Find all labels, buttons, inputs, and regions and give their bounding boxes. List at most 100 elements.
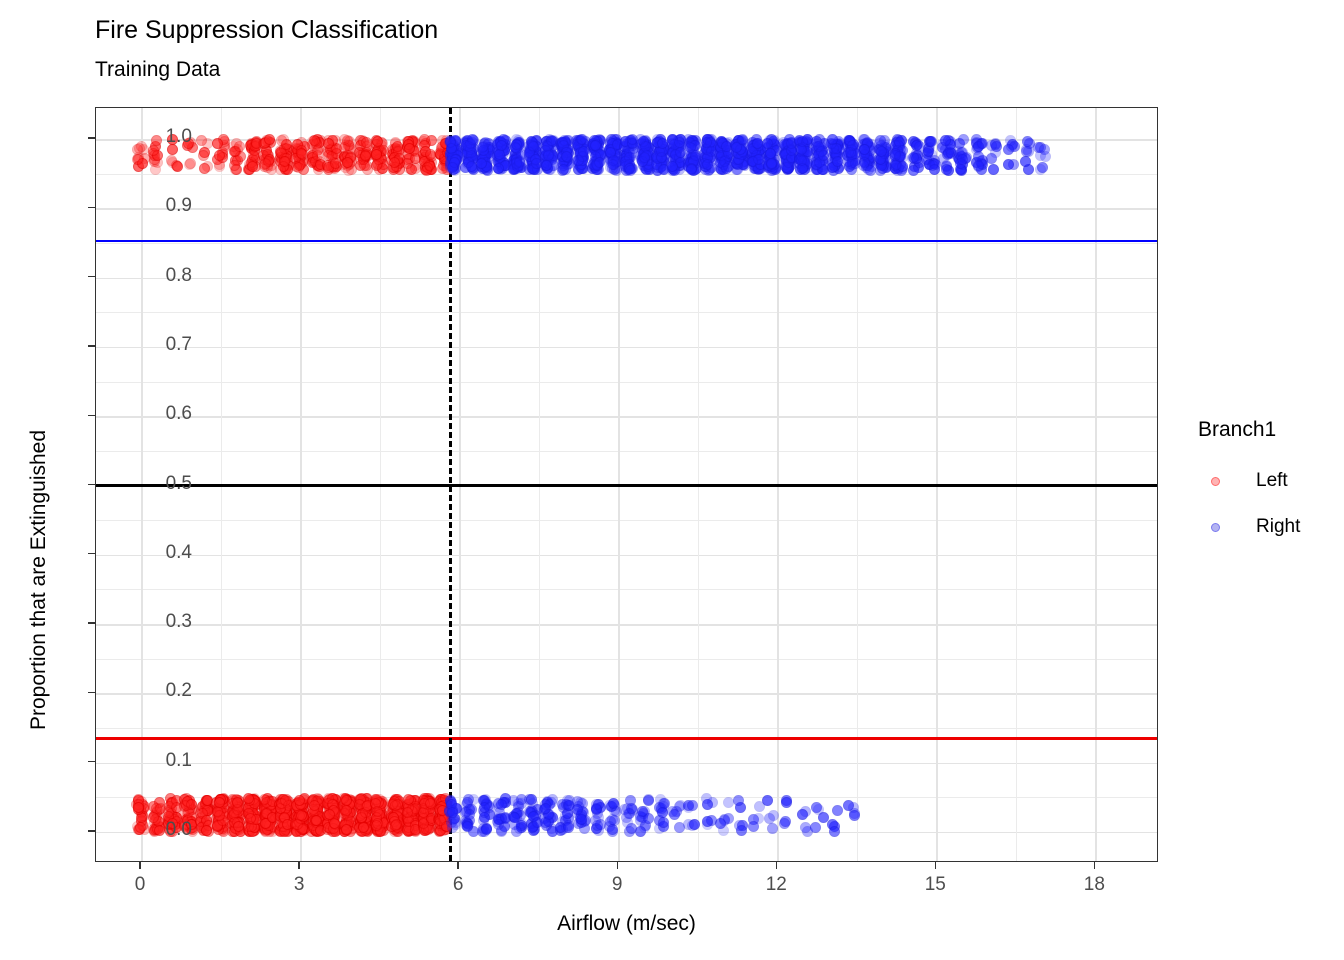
x-axis-tick-mark	[1093, 862, 1096, 869]
data-point	[234, 141, 246, 153]
y-axis-tick-mark	[88, 137, 95, 139]
x-axis-tick-label: 15	[924, 874, 946, 895]
data-point	[828, 825, 840, 837]
data-point	[778, 817, 790, 829]
data-point	[701, 815, 713, 827]
data-point	[171, 160, 183, 172]
plot-subtitle: Training Data	[95, 58, 221, 81]
data-point	[687, 800, 699, 812]
legend-key	[1198, 476, 1232, 486]
data-point	[668, 808, 680, 820]
data-point	[377, 163, 388, 175]
data-point	[733, 820, 745, 832]
y-axis-tick-mark	[88, 760, 95, 763]
data-point	[357, 822, 369, 834]
data-point	[150, 163, 162, 175]
data-point	[589, 139, 601, 151]
legend-title: Branch1	[1198, 418, 1277, 441]
plot-panel	[95, 107, 1158, 862]
legend-dot-icon	[1210, 476, 1220, 486]
data-point	[635, 814, 647, 826]
data-point	[246, 160, 258, 172]
data-point	[449, 816, 461, 828]
data-point	[718, 155, 730, 167]
data-point	[214, 796, 226, 808]
data-point	[848, 810, 860, 822]
page-title: Fire Suppression Classification	[95, 16, 439, 44]
y-axis-tick-mark	[88, 830, 95, 832]
x-axis-tick-label: 12	[765, 874, 787, 895]
data-point	[666, 160, 678, 172]
chart-root: Fire Suppression Classification Training…	[0, 0, 1344, 960]
y-axis-title: Proportion that are Extinguished	[27, 429, 50, 730]
y-axis-tick-label: 0.8	[165, 264, 192, 286]
data-point	[590, 814, 602, 826]
data-point	[480, 823, 492, 835]
data-point	[764, 147, 776, 159]
data-point	[957, 133, 969, 145]
x-axis-tick-mark	[616, 862, 618, 869]
legend: Branch1 Left Right	[1198, 418, 1338, 550]
x-axis-tick-label: 18	[1083, 874, 1105, 895]
data-point	[135, 140, 147, 152]
x-axis-tick-mark	[775, 862, 777, 869]
y-axis-tick-label: 0.1	[165, 749, 192, 771]
data-point	[341, 823, 353, 835]
data-point	[322, 138, 334, 150]
data-point	[244, 813, 256, 825]
data-point	[986, 139, 998, 151]
data-point	[435, 814, 447, 826]
data-point	[476, 141, 488, 153]
x-axis-tick-mark	[298, 862, 300, 869]
data-point	[796, 809, 808, 821]
data-point	[956, 154, 968, 166]
x-axis-title: Airflow (m/sec)	[557, 912, 696, 935]
legend-item-label: Right	[1256, 516, 1301, 537]
data-point	[635, 825, 647, 837]
data-point	[403, 142, 415, 154]
data-point	[922, 145, 934, 157]
data-point	[542, 149, 554, 161]
x-axis-tick-label: 3	[293, 874, 305, 895]
data-point	[576, 150, 588, 162]
data-point	[214, 149, 226, 161]
data-point	[199, 163, 211, 175]
y-axis-tick-mark	[88, 691, 95, 693]
y-axis-tick-label: 0.3	[165, 611, 192, 633]
data-point	[417, 823, 429, 835]
y-axis-tick-label: 0.7	[165, 333, 192, 355]
data-point	[767, 823, 779, 834]
data-point	[762, 795, 774, 807]
data-point	[339, 803, 351, 815]
legend-item-right[interactable]: Right	[1198, 504, 1338, 550]
data-point	[539, 802, 551, 814]
y-axis-tick-mark	[88, 553, 95, 555]
x-axis-tick-label: 9	[611, 874, 623, 895]
y-axis-tick-label: 0.2	[165, 680, 192, 702]
data-point	[510, 825, 522, 837]
data-point	[574, 810, 586, 822]
x-axis-tick-mark	[457, 862, 459, 869]
data-point	[842, 799, 854, 811]
y-axis-tick-mark	[88, 414, 95, 416]
y-axis-tick-mark	[88, 622, 95, 624]
data-point	[292, 818, 304, 830]
y-axis-tick-label: 0.9	[165, 195, 192, 217]
legend-dot-icon	[1210, 522, 1220, 532]
y-axis-tick-mark	[88, 345, 95, 347]
data-point	[389, 819, 401, 831]
data-point	[508, 794, 520, 806]
data-point	[510, 138, 522, 150]
y-axis-tick-label: 0.4	[165, 541, 192, 563]
legend-item-left[interactable]: Left	[1198, 458, 1338, 504]
data-point	[1040, 151, 1052, 163]
x-axis-tick-mark	[934, 862, 937, 869]
y-axis-tick-mark	[88, 206, 95, 209]
data-point	[768, 810, 780, 822]
data-point	[795, 154, 807, 166]
data-point	[562, 821, 574, 833]
data-point	[1037, 162, 1049, 174]
legend-item-label: Left	[1256, 470, 1288, 491]
data-point	[781, 797, 793, 809]
data-point	[747, 820, 759, 832]
